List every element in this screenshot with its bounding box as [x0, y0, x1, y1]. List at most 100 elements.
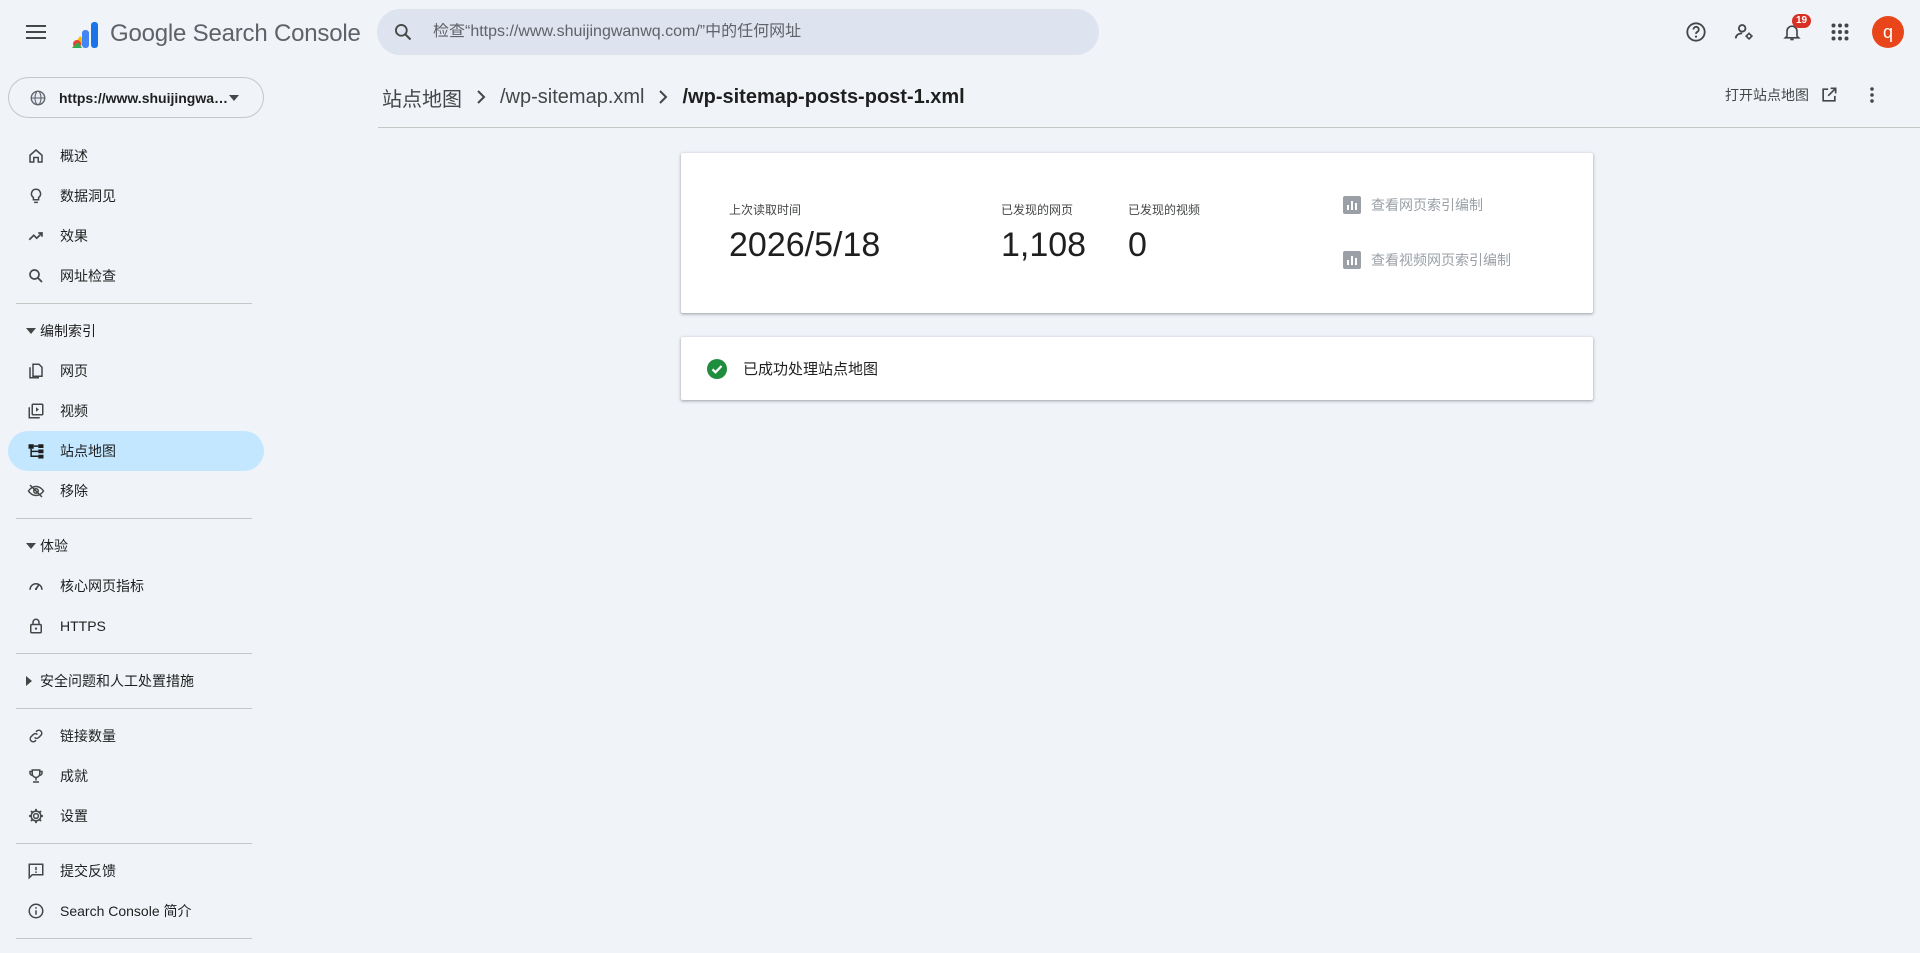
divider: [16, 843, 252, 844]
stat-label: 已发现的网页: [1001, 203, 1074, 217]
apps-button[interactable]: [1820, 12, 1860, 52]
sidebar-item-label: 链接数量: [60, 728, 116, 744]
sidebar-item-feedback[interactable]: 提交反馈: [0, 851, 264, 891]
status-message: 已成功处理站点地图: [743, 361, 879, 378]
sidebar-section-security[interactable]: 安全问题和人工处置措施: [0, 661, 272, 701]
sidebar-item-label: 概述: [60, 148, 88, 164]
last-read-stat: 上次读取时间 2026/5/18: [729, 201, 880, 265]
divider: [16, 708, 252, 709]
sidebar-item-about[interactable]: Search Console 简介: [0, 891, 264, 931]
processing-status-card: 已成功处理站点地图: [681, 337, 1593, 400]
section-label: 安全问题和人工处置措施: [40, 673, 194, 689]
search-input[interactable]: [433, 23, 1033, 41]
main-menu-button[interactable]: [20, 16, 52, 48]
link-label: 查看视频网页索引编制: [1371, 252, 1511, 268]
sidebar-item-overview[interactable]: 概述: [0, 136, 264, 176]
sidebar-item-label: 视频: [60, 403, 88, 419]
sidebar-item-videos[interactable]: 视频: [0, 391, 264, 431]
search-console-logo-icon: [72, 22, 98, 48]
sidebar-item-achievements[interactable]: 成就: [0, 756, 264, 796]
more-vert-icon: [1870, 87, 1874, 103]
sidebar-item-label: 移除: [60, 483, 88, 499]
breadcrumb-sitemaps[interactable]: 站点地图: [382, 83, 462, 112]
view-page-indexing-link[interactable]: 查看网页索引编制: [1343, 195, 1483, 215]
stat-value: 2026/5/18: [729, 226, 881, 264]
pages-icon: [26, 361, 46, 381]
sitemap-summary-card: 上次读取时间 2026/5/18 已发现的网页 1,108 已发现的视频 0 查…: [681, 153, 1593, 313]
search-icon: [26, 266, 46, 286]
sidebar-item-url-inspection[interactable]: 网址检查: [0, 256, 264, 296]
sidebar-item-label: 提交反馈: [60, 863, 116, 879]
dropdown-arrow-icon: [229, 94, 239, 101]
help-icon: [1686, 22, 1706, 42]
search-icon: [395, 24, 412, 41]
open-sitemap-link[interactable]: 打开站点地图: [1725, 82, 1839, 108]
discovered-videos-stat: 已发现的视频 0: [1128, 201, 1200, 265]
feedback-icon: [26, 861, 46, 881]
property-label: https://www.shuijingwanwq.com/: [59, 89, 229, 106]
caret-down-icon: [26, 543, 36, 549]
help-button[interactable]: [1676, 12, 1716, 52]
stat-label: 已发现的视频: [1128, 203, 1201, 217]
logo[interactable]: Google Search Console: [68, 16, 361, 52]
sidebar-item-label: 站点地图: [60, 443, 116, 459]
top-bar: Google Search Console 19 q: [0, 0, 1920, 64]
divider: [16, 653, 252, 654]
gear-icon: [26, 806, 46, 826]
breadcrumb: 站点地图 /wp-sitemap.xml /wp-sitemap-posts-p…: [382, 82, 965, 112]
globe-icon: [30, 90, 46, 105]
open-in-new-icon: [1822, 87, 1837, 102]
sidebar: 概述 数据洞见 效果 网址检查 编制索引 网页 视频 站点地图 移除 体验 核心: [0, 136, 272, 946]
hamburger-icon: [26, 25, 46, 39]
bar-chart-icon: [1343, 196, 1361, 214]
info-icon: [26, 901, 46, 921]
property-selector[interactable]: https://www.shuijingwanwq.com/: [8, 77, 264, 118]
eye-off-icon: [26, 481, 46, 501]
home-icon: [26, 146, 46, 166]
view-video-indexing-link[interactable]: 查看视频网页索引编制: [1343, 250, 1511, 270]
section-label: 编制索引: [40, 323, 96, 339]
sidebar-item-settings[interactable]: 设置: [0, 796, 264, 836]
breadcrumb-parent-sitemap[interactable]: /wp-sitemap.xml: [500, 86, 644, 109]
top-actions: 19 q: [1676, 12, 1920, 52]
sidebar-item-insights[interactable]: 数据洞见: [0, 176, 264, 216]
check-circle-icon: [707, 358, 727, 379]
sidebar-item-performance[interactable]: 效果: [0, 216, 264, 256]
chevron-right-icon: [658, 90, 668, 104]
divider: [16, 518, 252, 519]
video-icon: [26, 401, 46, 421]
sidebar-section-experience[interactable]: 体验: [0, 526, 272, 566]
lightbulb-icon: [26, 186, 46, 206]
apps-grid-icon: [1831, 23, 1849, 41]
page-title: /wp-sitemap-posts-post-1.xml: [682, 85, 965, 108]
sidebar-item-sitemaps[interactable]: 站点地图: [8, 431, 264, 471]
speed-icon: [26, 576, 46, 596]
sidebar-item-label: 网址检查: [60, 268, 116, 284]
bar-chart-icon: [1343, 251, 1361, 269]
chevron-right-icon: [476, 90, 486, 104]
sidebar-item-label: 核心网页指标: [60, 578, 144, 594]
link-label: 查看网页索引编制: [1371, 197, 1483, 213]
sitemap-icon: [26, 441, 46, 461]
section-label: 体验: [40, 538, 68, 554]
sidebar-item-label: 成就: [60, 768, 88, 784]
trophy-icon: [26, 766, 46, 786]
sidebar-item-removals[interactable]: 移除: [0, 471, 264, 511]
stat-value: 1,108: [1001, 226, 1087, 264]
more-options-button[interactable]: [1860, 80, 1884, 110]
header-divider: [378, 127, 1920, 128]
trending-up-icon: [26, 226, 46, 246]
sidebar-item-https[interactable]: HTTPS: [0, 606, 264, 646]
sidebar-item-pages[interactable]: 网页: [0, 351, 264, 391]
sidebar-item-links[interactable]: 链接数量: [0, 716, 264, 756]
sidebar-item-core-web-vitals[interactable]: 核心网页指标: [0, 566, 264, 606]
link-icon: [26, 726, 46, 746]
app-title: Google Search Console: [110, 20, 361, 47]
caret-right-icon: [26, 676, 32, 686]
sidebar-section-indexing[interactable]: 编制索引: [0, 311, 272, 351]
avatar[interactable]: q: [1872, 16, 1904, 48]
url-inspection-search[interactable]: [377, 9, 1099, 55]
sidebar-item-label: 设置: [60, 808, 88, 824]
account-settings-button[interactable]: [1724, 12, 1764, 52]
notifications-button[interactable]: 19: [1772, 12, 1812, 52]
